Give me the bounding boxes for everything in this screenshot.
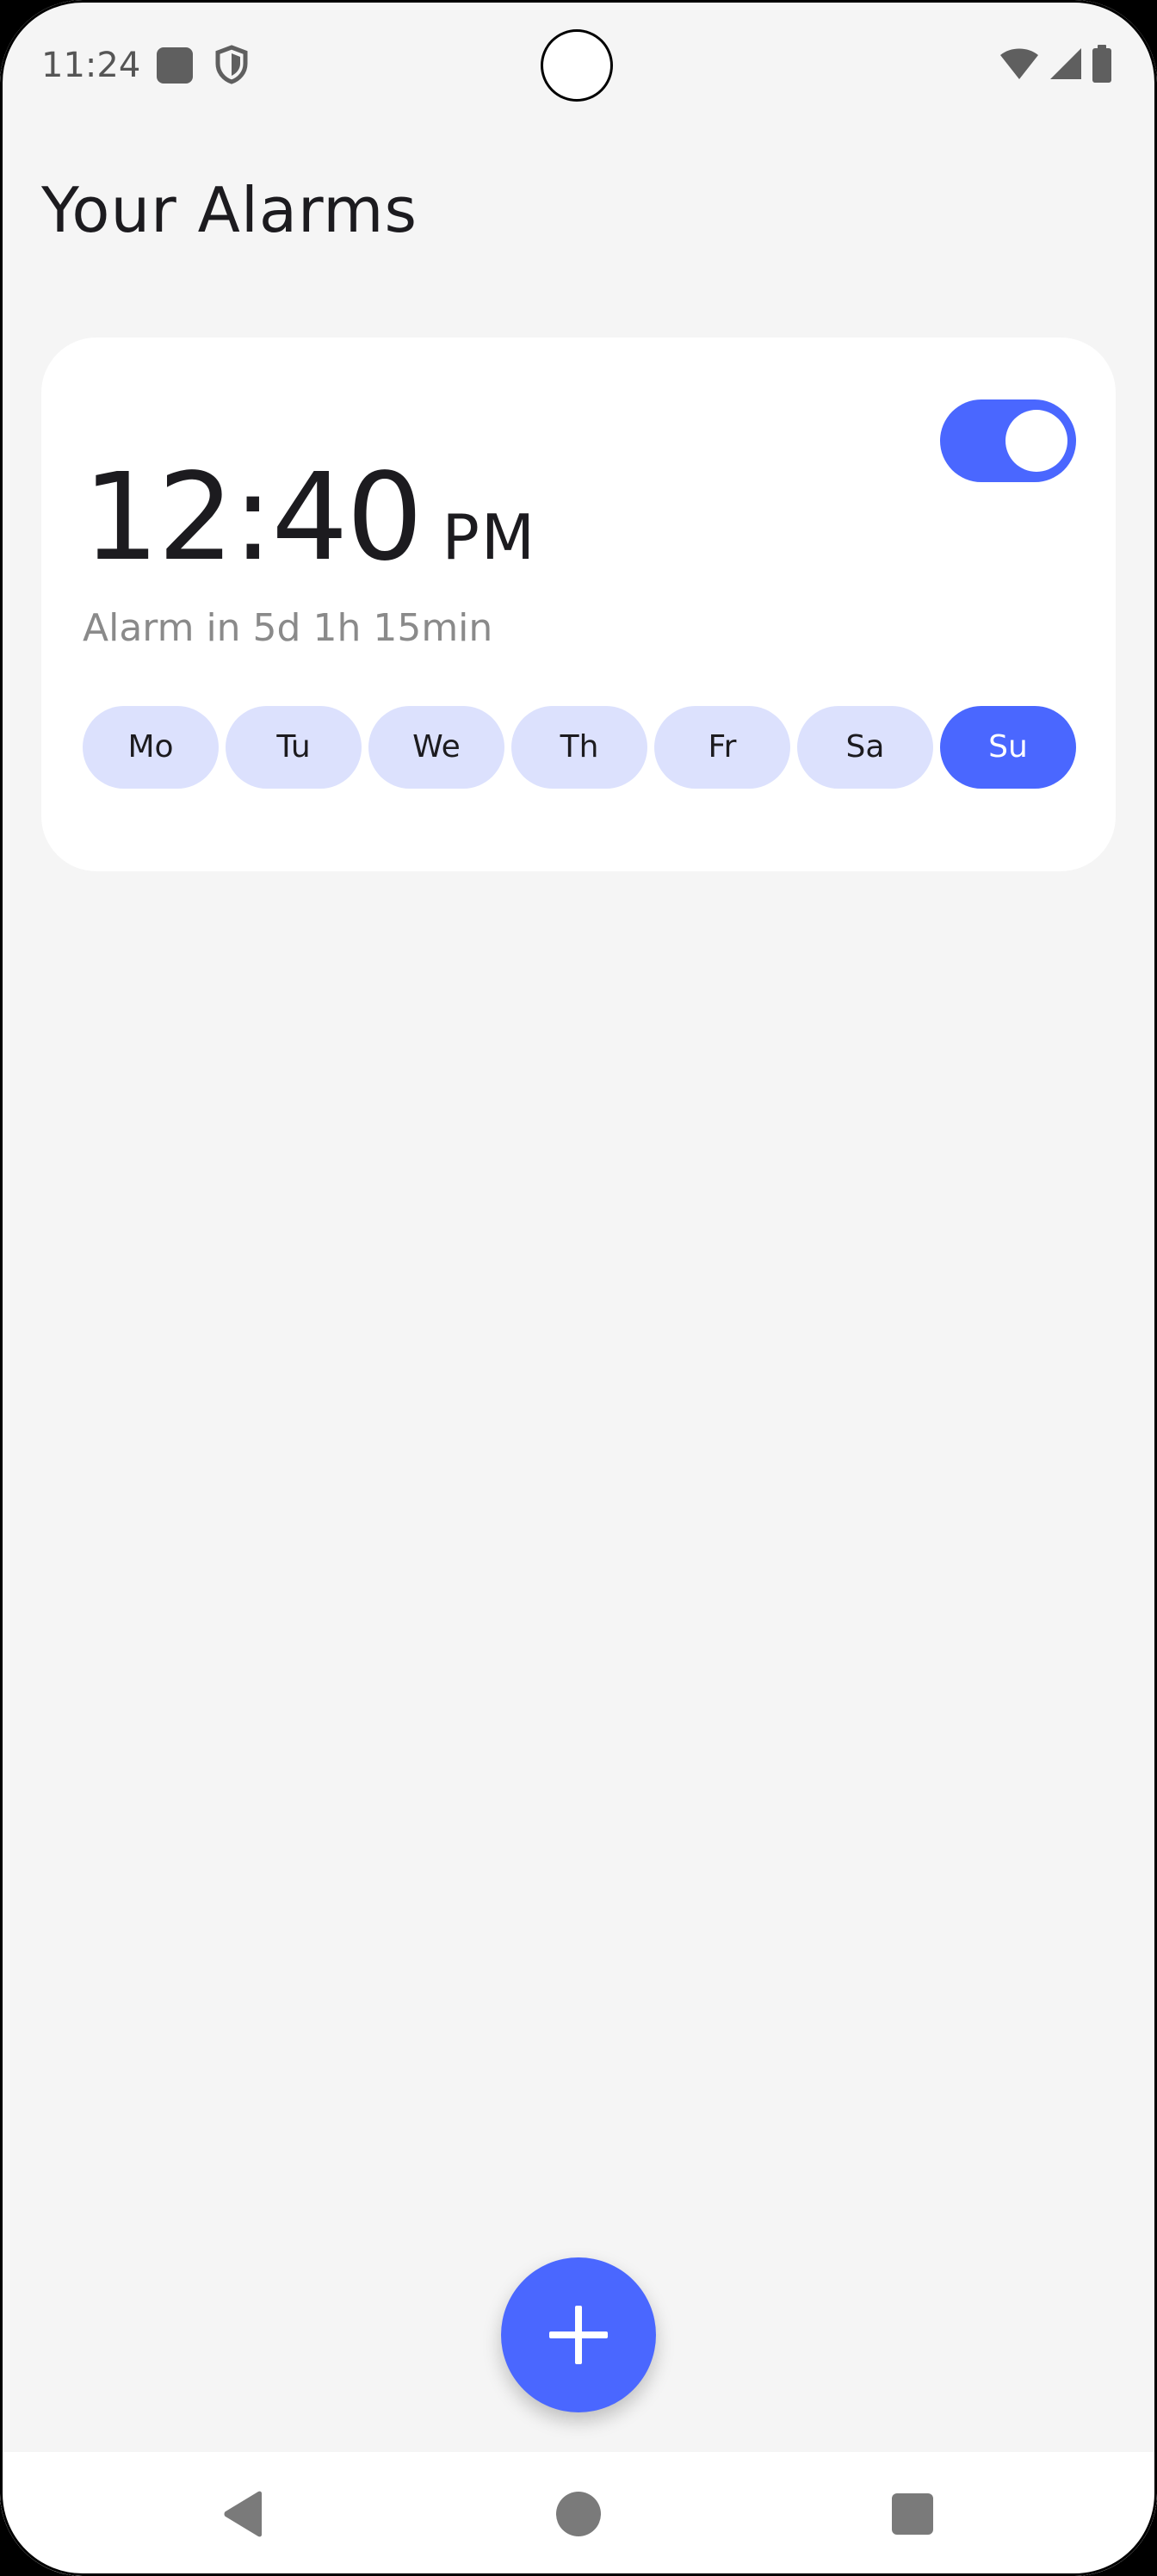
repeat-days: Mo Tu We Th Fr Sa Su xyxy=(83,706,1076,789)
add-alarm-button[interactable] xyxy=(501,2257,656,2412)
wifi-icon xyxy=(999,46,1040,84)
home-icon[interactable] xyxy=(556,2492,601,2536)
system-nav-bar xyxy=(0,2452,1157,2576)
plus-icon xyxy=(549,2306,608,2364)
day-chip-tuesday[interactable]: Tu xyxy=(226,706,362,789)
day-chip-wednesday[interactable]: We xyxy=(368,706,504,789)
alarm-card[interactable]: 12:40 PM Alarm in 5d 1h 15min Mo Tu We Th… xyxy=(41,337,1116,871)
day-chip-thursday[interactable]: Th xyxy=(511,706,647,789)
back-icon[interactable] xyxy=(220,2490,265,2542)
status-bar: 11:24 xyxy=(0,0,1157,129)
status-right-icons xyxy=(999,45,1112,86)
alarm-enabled-toggle[interactable] xyxy=(940,399,1076,482)
day-chip-monday[interactable]: Mo xyxy=(83,706,219,789)
alarm-time[interactable]: 12:40 PM xyxy=(83,449,536,606)
toggle-knob xyxy=(1005,410,1067,472)
alarm-countdown: Alarm in 5d 1h 15min xyxy=(83,606,493,650)
day-chip-friday[interactable]: Fr xyxy=(654,706,790,789)
shield-icon xyxy=(215,45,248,84)
app-screen: 11:24 Your Alarms 12:40 PM Alarm in 5d 1… xyxy=(0,0,1157,2576)
cellular-signal-icon xyxy=(1049,46,1083,84)
alarm-ampm: PM xyxy=(442,501,537,573)
alarm-time-value: 12:40 xyxy=(83,448,423,588)
day-chip-saturday[interactable]: Sa xyxy=(797,706,933,789)
day-chip-sunday[interactable]: Su xyxy=(940,706,1076,789)
app-notification-icon xyxy=(157,47,193,84)
recents-icon[interactable] xyxy=(892,2493,933,2535)
camera-cutout xyxy=(541,29,613,102)
status-time: 11:24 xyxy=(41,46,141,85)
page-title: Your Alarms xyxy=(41,174,418,246)
battery-icon xyxy=(1092,45,1112,86)
